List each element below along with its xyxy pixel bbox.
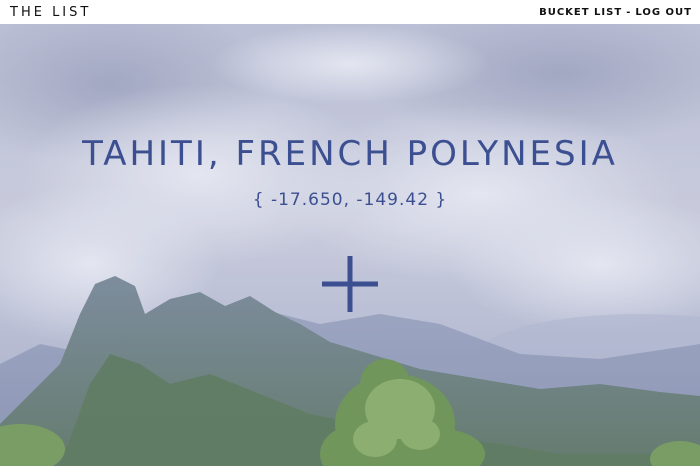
top-nav-bar: THE LIST BUCKET LIST - LOG OUT	[0, 0, 700, 24]
log-out-link[interactable]: LOG OUT	[635, 7, 692, 18]
add-to-list-button[interactable]	[318, 252, 382, 316]
mountain-landscape-image	[0, 24, 700, 466]
location-title: TAHITI, FRENCH POLYNESIA	[82, 134, 618, 174]
hero-background: TAHITI, FRENCH POLYNESIA { -17.650, -149…	[0, 24, 700, 466]
site-logo[interactable]: THE LIST	[10, 5, 91, 20]
nav-separator: -	[626, 6, 632, 18]
bucket-list-link[interactable]: BUCKET LIST	[539, 7, 622, 18]
location-coordinates: { -17.650, -149.42 }	[252, 190, 448, 210]
nav-links: BUCKET LIST - LOG OUT	[539, 7, 692, 18]
plus-icon	[322, 256, 378, 312]
